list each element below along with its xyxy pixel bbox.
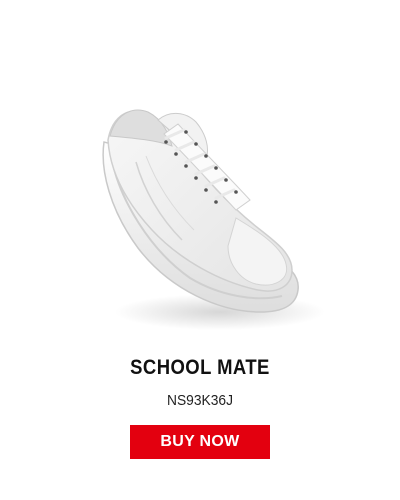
product-card: SCHOOL MATE NS93K36J BUY NOW [0, 0, 400, 500]
product-name: SCHOOL MATE [130, 356, 270, 379]
buy-now-button[interactable]: BUY NOW [130, 425, 270, 459]
white-sneaker-image[interactable] [60, 50, 340, 340]
product-code: NS93K36J [167, 392, 233, 409]
